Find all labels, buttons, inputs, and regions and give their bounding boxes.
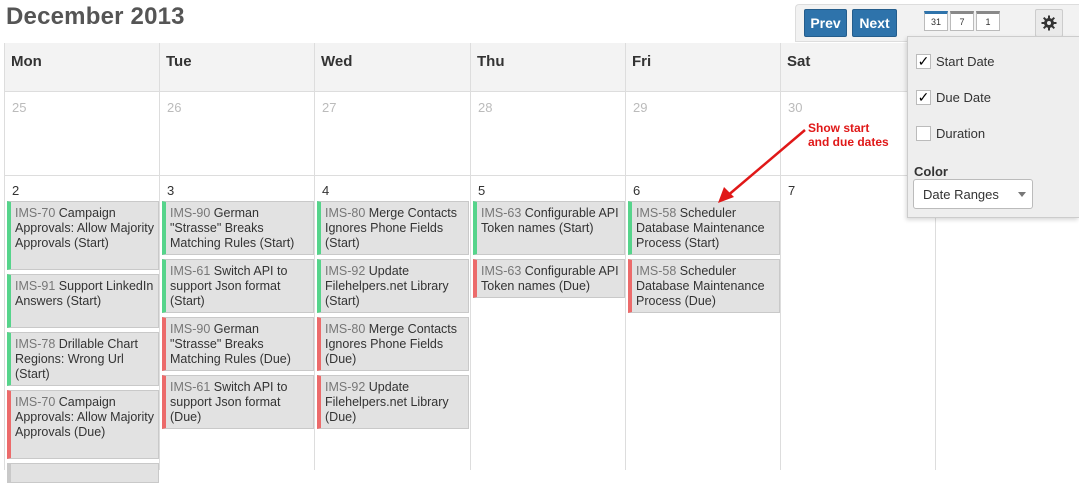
event-key: IMS-92 bbox=[325, 380, 366, 394]
event-key: IMS-63 bbox=[481, 206, 522, 220]
due-date-option[interactable]: ✓ Due Date bbox=[916, 90, 991, 105]
display-settings-panel: ✓ Start Date ✓ Due Date Duration Color D… bbox=[907, 36, 1079, 218]
event-key: IMS-58 bbox=[636, 264, 677, 278]
date-number: 5 bbox=[478, 183, 486, 198]
start-date-label: Start Date bbox=[936, 54, 995, 69]
event-card[interactable]: IMS-70 Campaign Approvals: Allow Majorit… bbox=[7, 201, 159, 270]
color-select[interactable]: Date Ranges bbox=[913, 179, 1033, 209]
due-date-label: Due Date bbox=[936, 90, 991, 105]
date-number: 3 bbox=[167, 183, 175, 198]
color-select-value: Date Ranges bbox=[923, 186, 999, 202]
event-key: IMS-78 bbox=[15, 337, 56, 351]
due-date-checkbox[interactable]: ✓ bbox=[916, 90, 931, 105]
event-key: IMS-90 bbox=[170, 206, 211, 220]
event-card[interactable]: IMS-63 Configurable API Token names (Due… bbox=[473, 259, 625, 298]
event-key: IMS-70 bbox=[15, 395, 56, 409]
event-key: IMS-80 bbox=[325, 322, 366, 336]
event-card[interactable]: IMS-78 Drillable Chart Regions: Wrong Ur… bbox=[7, 332, 159, 386]
annotation-arrow-icon bbox=[718, 129, 806, 203]
event-card[interactable]: IMS-61 Switch API to support Json format… bbox=[162, 375, 314, 429]
dropdown-arrow-icon bbox=[1018, 192, 1026, 197]
day-header-wed: Wed bbox=[321, 53, 353, 70]
event-key: IMS-61 bbox=[170, 380, 211, 394]
event-card[interactable]: IMS-61 Switch API to support Json format… bbox=[162, 259, 314, 313]
event-key: IMS-90 bbox=[170, 322, 211, 336]
date-number: 29 bbox=[633, 100, 648, 115]
date-number: 27 bbox=[322, 100, 337, 115]
day-header-mon: Mon bbox=[11, 53, 42, 70]
duration-label: Duration bbox=[936, 126, 986, 141]
day-header-tue: Tue bbox=[166, 53, 192, 70]
event-key: IMS-91 bbox=[15, 279, 56, 293]
start-date-checkbox[interactable]: ✓ bbox=[916, 54, 931, 69]
view-switcher: 31 7 1 bbox=[924, 11, 1000, 31]
date-number: 28 bbox=[478, 100, 493, 115]
event-card[interactable]: IMS-58 Scheduler Database Maintenance Pr… bbox=[628, 201, 780, 255]
date-number: 26 bbox=[167, 100, 182, 115]
event-key: IMS-70 bbox=[15, 206, 56, 220]
event-card[interactable]: IMS-91 Support LinkedIn Answers (Start) bbox=[7, 274, 159, 328]
date-number: 6 bbox=[633, 183, 641, 198]
event-card[interactable]: IMS-90 German "Strasse" Breaks Matching … bbox=[162, 317, 314, 371]
page-title: December 2013 bbox=[6, 3, 185, 30]
event-key: IMS-61 bbox=[170, 264, 211, 278]
event-card[interactable]: IMS-58 Scheduler Database Maintenance Pr… bbox=[628, 259, 780, 313]
week-view-icon[interactable]: 7 bbox=[950, 11, 974, 31]
day-header-thu: Thu bbox=[477, 53, 505, 70]
event-card-partial[interactable] bbox=[7, 463, 159, 483]
day-header-fri: Fri bbox=[632, 53, 652, 70]
start-date-option[interactable]: ✓ Start Date bbox=[916, 54, 995, 69]
day-header-sat: Sat bbox=[787, 53, 811, 70]
date-number: 30 bbox=[788, 100, 803, 115]
event-card[interactable]: IMS-63 Configurable API Token names (Sta… bbox=[473, 201, 625, 255]
day-view-icon[interactable]: 1 bbox=[976, 11, 1000, 31]
event-key: IMS-80 bbox=[325, 206, 366, 220]
month-view-icon[interactable]: 31 bbox=[924, 11, 948, 31]
date-number: 25 bbox=[12, 100, 27, 115]
prev-button[interactable]: Prev bbox=[804, 9, 847, 37]
event-card[interactable]: IMS-90 German "Strasse" Breaks Matching … bbox=[162, 201, 314, 255]
event-card[interactable]: IMS-70 Campaign Approvals: Allow Majorit… bbox=[7, 390, 159, 459]
duration-option[interactable]: Duration bbox=[916, 126, 985, 141]
event-key: IMS-92 bbox=[325, 264, 366, 278]
gear-icon bbox=[1041, 15, 1057, 31]
duration-checkbox[interactable] bbox=[916, 126, 931, 141]
event-card[interactable]: IMS-92 Update Filehelpers.net Library (S… bbox=[317, 259, 469, 313]
event-card[interactable]: IMS-80 Merge Contacts Ignores Phone Fiel… bbox=[317, 317, 469, 371]
event-card[interactable]: IMS-80 Merge Contacts Ignores Phone Fiel… bbox=[317, 201, 469, 255]
next-button[interactable]: Next bbox=[852, 9, 897, 37]
settings-button[interactable] bbox=[1035, 9, 1063, 37]
event-key: IMS-63 bbox=[481, 264, 522, 278]
annotation-text: Show start and due dates bbox=[808, 121, 889, 149]
event-card[interactable]: IMS-92 Update Filehelpers.net Library (D… bbox=[317, 375, 469, 429]
color-label: Color bbox=[914, 164, 948, 179]
date-number: 4 bbox=[322, 183, 330, 198]
event-key: IMS-58 bbox=[636, 206, 677, 220]
date-number: 2 bbox=[12, 183, 20, 198]
